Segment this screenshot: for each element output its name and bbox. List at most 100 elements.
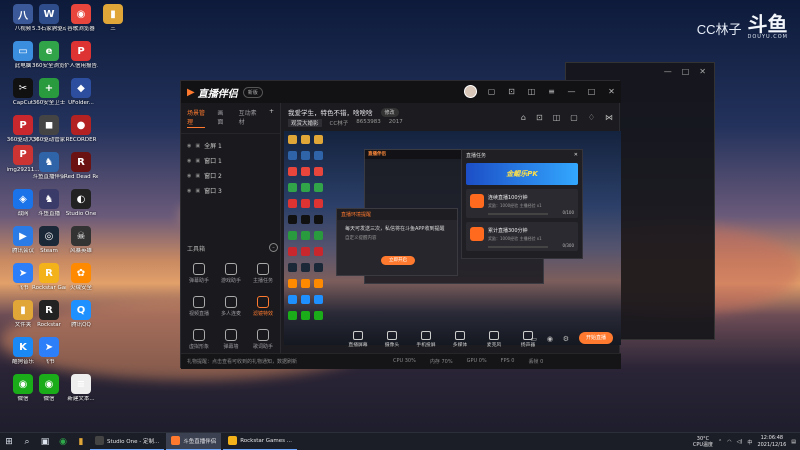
task-view-icon[interactable]: ▣ (36, 433, 54, 450)
lock-icon[interactable]: ▣ (195, 188, 200, 194)
edit-title-button[interactable]: 修改 (380, 107, 399, 117)
source-button[interactable]: 直播屏幕 (344, 330, 372, 348)
desktop-icon[interactable]: ♞ 斗鱼直播 (32, 189, 66, 218)
lock-icon[interactable]: ▣ (195, 173, 200, 179)
menu-icon[interactable]: ≡ (546, 86, 557, 97)
close-icon[interactable]: ✕ (606, 86, 617, 97)
close-icon[interactable]: ✕ (699, 67, 706, 76)
desktop-icon[interactable]: ● RECORDER (64, 115, 98, 144)
scene-item[interactable]: ◉ ▣ 窗口 2 (181, 168, 280, 183)
source-button[interactable]: 摄像头 (378, 330, 406, 348)
eye-icon[interactable]: ◉ (187, 158, 191, 164)
browser-icon[interactable]: ◉ (54, 433, 72, 450)
dialog-link[interactable]: 自定义提醒内容 (337, 235, 457, 241)
start-live-button[interactable]: 开始直播 (579, 332, 613, 344)
tab-picture[interactable]: 画面 (217, 108, 226, 128)
toolbox-settings-icon[interactable]: – (269, 243, 278, 252)
desktop-icon[interactable]: ◼ 360驱动管家 (32, 115, 66, 144)
stream-preview[interactable]: 直播伴侣 直播环境提醒 每天可发送三次，私信将在斗鱼APP收到提醒 自定义提醒内… (284, 131, 621, 345)
taskbar-app[interactable]: 斗鱼直播伴侣 (166, 432, 222, 450)
stream-title[interactable]: 我爱学生，特色不错，啥啥啥 (288, 107, 373, 117)
tool-button[interactable]: 弹幕墙 (217, 329, 245, 350)
title-bar[interactable]: ▶ 直播伴侣 新版 ▢ ⊡ ◫ ≡ — □ ✕ (181, 81, 621, 103)
category-chip[interactable]: 观赏大婚影 (288, 119, 322, 127)
desktop-icon[interactable]: ◎ Steam (32, 226, 66, 255)
taskbar-app[interactable]: Studio One - 定制... (90, 433, 165, 450)
taskbar-app[interactable]: Rockstar Games ... (223, 433, 298, 450)
network-icon[interactable]: ◠ (727, 439, 731, 445)
tab-scene[interactable]: 场景管理 (187, 108, 206, 128)
desktop-icon[interactable]: W 5.3石家驹驱动... (32, 4, 66, 33)
desktop-icon[interactable]: R Rockstar Games (32, 263, 66, 292)
folder-icon[interactable]: ▮ (72, 433, 90, 450)
minimize-icon[interactable]: — (664, 67, 672, 76)
search-icon[interactable]: ⌕ (18, 433, 36, 450)
lock-icon[interactable]: ▣ (195, 143, 200, 149)
message-icon[interactable]: ▢ (486, 86, 497, 97)
desktop-icon[interactable]: ◆ UFolder... (64, 78, 98, 107)
add-scene-icon[interactable]: + (269, 108, 274, 128)
close-icon[interactable]: ✕ (574, 152, 578, 159)
record-icon[interactable]: ◫ (553, 113, 561, 122)
bell-icon[interactable]: ♢ (588, 113, 595, 122)
lock-icon[interactable]: ⊡ (536, 113, 543, 122)
task-item[interactable]: 连续直播100分钟 奖励：1000经验 主播经验 x1 0/100 (466, 189, 578, 218)
maximize-icon[interactable]: □ (586, 86, 597, 97)
source-button[interactable]: 扬声器 (514, 330, 542, 348)
desktop-icon[interactable]: ◉ 微信 (32, 374, 66, 403)
eye-icon[interactable]: ◉ (187, 143, 191, 149)
scene-item[interactable]: ◉ ▣ 窗口 1 (181, 153, 280, 168)
share-icon[interactable]: ⋈ (605, 113, 613, 122)
gift-icon[interactable]: ⌂ (521, 113, 526, 122)
maximize-icon[interactable]: □ (682, 67, 690, 76)
tool-button[interactable]: 主播任务 (249, 263, 277, 284)
tool-button[interactable]: 虚拟形象 (185, 329, 213, 350)
scene-item[interactable]: ◉ ▣ 全屏 1 (181, 138, 280, 153)
desktop-icon[interactable]: +360安全卫士 (32, 78, 66, 107)
desktop-icon[interactable]: P 个人信用报告...pdf (64, 41, 98, 70)
tool-button[interactable]: 歌词助手 (249, 329, 277, 350)
ime-icon[interactable]: 中 (747, 439, 752, 446)
source-button[interactable]: 多媒体 (446, 330, 474, 348)
tab-material[interactable]: 互动素材 (239, 108, 257, 128)
desktop-icon[interactable]: R Red Dead Redemption (64, 152, 98, 181)
tool-button[interactable]: 多人连麦 (217, 296, 245, 317)
eye-icon[interactable]: ◉ (547, 335, 553, 343)
desktop-icon[interactable]: ♞ 斗鱼直播伴侣 (32, 152, 66, 181)
minimize-icon[interactable]: — (566, 86, 577, 97)
pk-banner[interactable]: 金鲲乐PK (466, 163, 578, 185)
task-item[interactable]: 累计直播300分钟 奖励：1000经验 主播经验 x1 0/300 (466, 222, 578, 251)
chevron-up-icon[interactable]: ⌃ (718, 439, 722, 445)
avatar[interactable] (464, 85, 477, 98)
desktop-icon[interactable]: ◉ 谷歌浏览器 (64, 4, 98, 33)
settings-icon[interactable]: ⚙ (563, 335, 569, 343)
camera-icon[interactable]: ▭ (530, 335, 537, 343)
start-icon[interactable]: ⊞ (0, 433, 18, 450)
tool-button[interactable]: 弹幕助手 (185, 263, 213, 284)
tool-button[interactable]: 滤镜特效 (249, 296, 277, 317)
eye-icon[interactable]: ◉ (187, 188, 191, 194)
lock-icon[interactable]: ⊡ (506, 86, 517, 97)
scene-item[interactable]: ◉ ▣ 窗口 3 (181, 183, 280, 198)
version-badge[interactable]: 新版 (242, 86, 263, 98)
notification-icon[interactable]: ▤ (791, 439, 796, 445)
desktop-icon[interactable]: ▮ 三 (96, 4, 130, 33)
skin-icon[interactable]: ◫ (526, 86, 537, 97)
desktop-icon[interactable]: R Rockstar (32, 300, 66, 329)
desktop-icon[interactable]: ≡ 新建文本... (64, 374, 98, 403)
desktop-icon[interactable]: ✿ 火绒安全 (64, 263, 98, 292)
source-button[interactable]: 麦克风 (480, 330, 508, 348)
window-icon[interactable]: ▢ (570, 113, 578, 122)
weather[interactable]: 30°C CPU温度 (693, 436, 713, 448)
lock-icon[interactable]: ▣ (195, 158, 200, 164)
desktop-icon[interactable]: ☠ 风暴英雄 (64, 226, 98, 255)
enable-now-button[interactable]: 立即开启 (381, 256, 415, 265)
tool-button[interactable]: 视频直播 (185, 296, 213, 317)
volume-icon[interactable]: ◁) (737, 439, 743, 445)
source-button[interactable]: 手机投屏 (412, 330, 440, 348)
desktop-icon[interactable]: Q 腾讯QQ (64, 300, 98, 329)
desktop-icon[interactable]: ➤ 飞书 (32, 337, 66, 366)
desktop-icon[interactable]: e 360安全浏览器 (32, 41, 66, 70)
tool-button[interactable]: 游戏助手 (217, 263, 245, 284)
desktop-icon[interactable]: ◐ Studio One (64, 189, 98, 218)
